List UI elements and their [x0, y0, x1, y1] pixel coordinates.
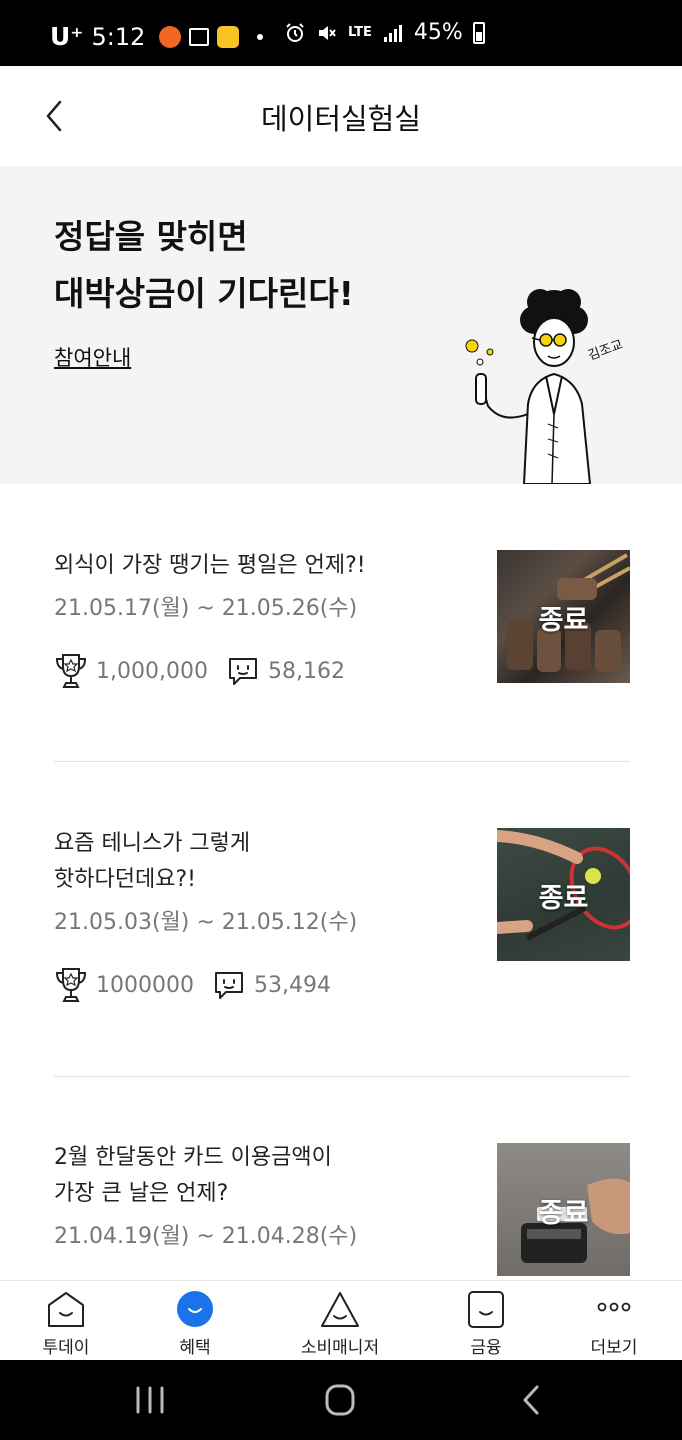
alarm-icon — [286, 22, 304, 42]
triangle-face-icon — [321, 1292, 359, 1327]
carrier-label: U⁺ — [50, 22, 84, 51]
page-title: 데이터실험실 — [260, 102, 422, 136]
prize-amount: 1,000,000 — [96, 658, 208, 684]
more-notifications-dot-icon — [257, 33, 264, 40]
prize-stat: 1,000,000 — [54, 652, 208, 690]
item-thumbnail: 종료 — [497, 550, 630, 683]
nav-tab-more[interactable]: 더보기 — [564, 1289, 664, 1358]
banner-headline: 정답을 맞히면 대박상금이 기다린다! — [54, 208, 354, 322]
item-thumbnail: 종료 — [497, 828, 630, 961]
network-type: LTE — [348, 25, 372, 40]
bottom-navigation: 투데이 혜택 소비매니저 금융 더보기 — [0, 1280, 682, 1360]
system-navigation-bar — [0, 1360, 682, 1440]
list-item[interactable]: 외식이 가장 땡기는 평일은 언제?! 21.05.17(월) ~ 21.05.… — [54, 548, 630, 698]
comment-bubble-icon — [228, 658, 257, 685]
nav-label: 투데이 — [42, 1338, 90, 1358]
participation-guide-link[interactable]: 참여안내 — [54, 342, 131, 372]
battery-icon — [472, 21, 485, 44]
ended-badge: 종료 — [538, 883, 589, 914]
professor-character-illustration: 김조교 — [465, 289, 625, 484]
nav-label: 금융 — [470, 1338, 502, 1358]
clock: 5:12 — [91, 22, 146, 51]
nav-label: 혜택 — [179, 1338, 211, 1358]
comment-stat: 53,494 — [212, 968, 331, 1002]
banner-headline-line2: 대박상금이 기다린다! — [54, 274, 354, 313]
app-header: 데이터실험실 — [0, 66, 682, 166]
comment-bubble-icon — [214, 972, 243, 999]
trophy-icon — [55, 968, 87, 1002]
item-stats: 1000000 53,494 — [54, 966, 349, 1004]
item-thumbnail: 종료 — [497, 1143, 630, 1276]
list-item[interactable]: 요즘 테니스가 그렇게 핫하다던데요?! 21.05.03(월) ~ 21.05… — [54, 826, 630, 1002]
prize-amount: 1000000 — [96, 972, 194, 998]
nav-tab-benefit[interactable]: 혜택 — [145, 1289, 245, 1358]
list-item[interactable]: 2월 한달동안 카드 이용금액이 가장 큰 날은 언제? 21.04.19(월)… — [54, 1140, 630, 1280]
square-face-icon — [468, 1291, 504, 1328]
nav-tab-today[interactable]: 투데이 — [16, 1289, 116, 1358]
trophy-icon — [55, 654, 87, 688]
comment-stat: 58,162 — [226, 654, 345, 688]
system-back-icon[interactable] — [512, 1382, 552, 1418]
status-bar: U⁺ 5:12 LTE 45% — [0, 0, 682, 66]
benefit-face-icon — [177, 1291, 213, 1327]
recent-apps-icon[interactable] — [130, 1382, 170, 1418]
comment-count: 58,162 — [267, 658, 345, 684]
nav-label: 소비매니저 — [300, 1338, 380, 1358]
character-name-label: 김조교 — [586, 337, 625, 363]
gallery-notification-icon — [189, 27, 210, 46]
banner-headline-line1: 정답을 맞히면 — [54, 217, 248, 256]
divider — [54, 1076, 630, 1077]
app-notification-icon — [217, 25, 240, 48]
prize-stat: 1000000 — [54, 966, 194, 1004]
signal-icon — [383, 24, 402, 42]
battery-percent: 45% — [413, 20, 463, 45]
nav-tab-spending-manager[interactable]: 소비매니저 — [290, 1289, 390, 1358]
comment-count: 53,494 — [253, 972, 331, 998]
notification-app-icon — [159, 25, 182, 48]
item-stats: 1,000,000 58,162 — [54, 652, 363, 690]
nav-tab-finance[interactable]: 금융 — [436, 1289, 536, 1358]
status-left: U⁺ 5:12 — [50, 22, 264, 51]
nav-label: 더보기 — [590, 1338, 638, 1358]
promo-banner: 정답을 맞히면 대박상금이 기다린다! 참여안내 김조교 — [0, 166, 682, 484]
home-face-icon — [48, 1292, 84, 1327]
divider — [54, 761, 630, 762]
home-button-icon[interactable] — [320, 1382, 360, 1418]
status-right: LTE 45% — [284, 20, 485, 45]
ended-badge: 종료 — [538, 1198, 589, 1229]
more-dots-icon — [597, 1302, 631, 1312]
mute-icon — [319, 25, 336, 40]
ended-badge: 종료 — [538, 605, 589, 636]
